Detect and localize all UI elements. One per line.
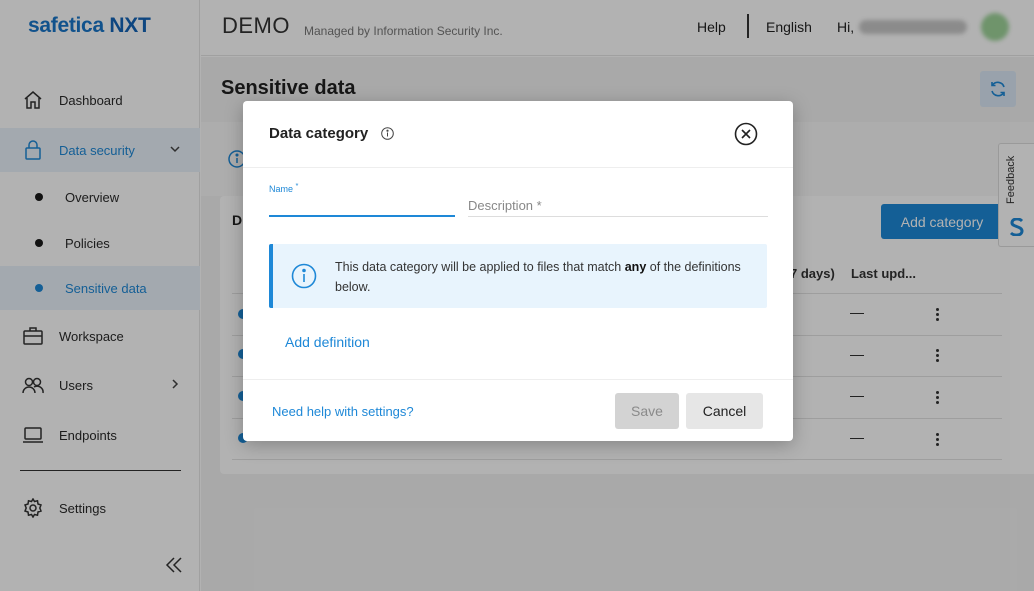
info-icon[interactable] [381, 127, 394, 140]
required-marker: * [295, 181, 299, 190]
close-icon [734, 122, 758, 146]
description-input[interactable] [468, 195, 768, 217]
name-input[interactable] [269, 195, 455, 217]
notice-text-emphasis: any [624, 260, 647, 274]
dialog-divider [243, 167, 793, 168]
save-button[interactable]: Save [615, 393, 679, 429]
info-notice: This data category will be applied to fi… [269, 244, 767, 308]
dialog-divider [243, 379, 793, 380]
cancel-button[interactable]: Cancel [686, 393, 763, 429]
notice-text-start: This data category will be applied to fi… [335, 260, 625, 274]
dialog-title: Data category [269, 125, 369, 142]
name-field-label: Name * [269, 181, 298, 194]
data-category-dialog: Data category Name * This data category … [243, 101, 793, 441]
help-settings-link[interactable]: Need help with settings? [272, 404, 414, 419]
name-label-text: Name [269, 184, 294, 194]
info-circle-icon [291, 263, 317, 289]
close-dialog-button[interactable] [734, 122, 758, 146]
add-definition-link[interactable]: Add definition [285, 334, 370, 350]
notice-text: This data category will be applied to fi… [335, 257, 755, 297]
